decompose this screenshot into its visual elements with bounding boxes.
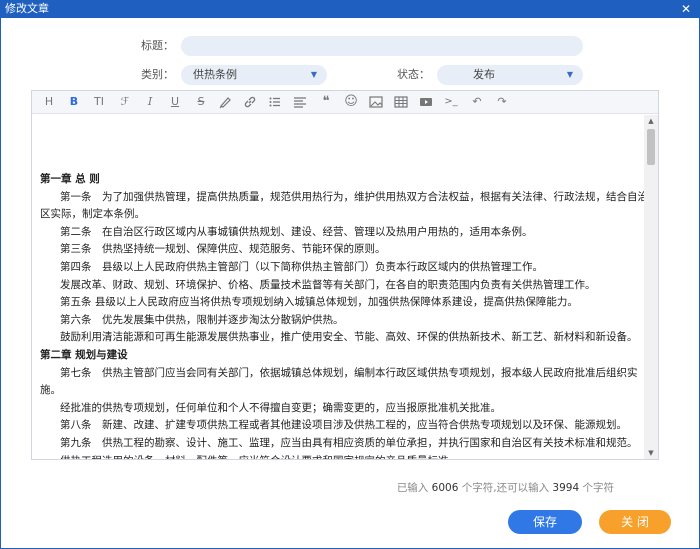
chevron-down-icon: ▼: [566, 70, 573, 79]
category-select[interactable]: 供热条例 ▼: [181, 65, 327, 85]
content-line: 鼓励利用清洁能源和可再生能源发展供热事业，推广使用安全、节能、高效、环保的供热新…: [60, 331, 638, 344]
content-line: 第六条 优先发展集中供热，限制并逐步淘汰分散锅炉供热。: [60, 313, 344, 326]
editor-content[interactable]: 第一章 总 则第一条 为了加强供热管理，提高供热质量，规范供用热行为，维护供用热…: [32, 115, 644, 459]
content-line: 区实际，制定本条例。: [40, 208, 145, 221]
strikethrough-icon[interactable]: S: [194, 95, 208, 109]
content-line: 第九条 供热工程的勘察、设计、施工、监理，应当由具有相应资质的单位承担，并执行国…: [60, 437, 638, 449]
category-select-value: 供热条例: [193, 68, 237, 81]
content-line: 经批准的供热专项规划，任何单位和个人不得擅自变更；确需变更的，应当报原批准机关批…: [60, 401, 501, 414]
code-icon[interactable]: >_: [444, 95, 458, 109]
save-button[interactable]: 保存: [508, 510, 582, 534]
brush-icon[interactable]: [218, 95, 232, 109]
counter-typed: 6006: [431, 482, 459, 494]
content-line: 第四条 县级以上人民政府供热主管部门（以下简称供热主管部门）负责本行政区域内的供…: [60, 261, 543, 273]
title-label: 标题：: [141, 39, 174, 52]
underline-icon[interactable]: U: [168, 95, 182, 109]
content-heading: 第一章 总 则: [40, 173, 100, 185]
emoji-icon[interactable]: ☺: [344, 95, 358, 109]
content-line: 施。: [40, 384, 61, 397]
list-icon[interactable]: [268, 95, 282, 109]
dialog-title: 修改文章: [5, 2, 49, 15]
counter-remaining: 3994: [552, 482, 580, 494]
align-icon[interactable]: [293, 95, 307, 109]
redo-icon[interactable]: ↷: [495, 95, 509, 109]
undo-icon[interactable]: ↶: [470, 95, 484, 109]
character-counter: 已输入 6006 个字符,还可以输入 3994 个字符: [397, 480, 614, 495]
counter-middle: 个字符,还可以输入: [461, 482, 550, 494]
rich-text-editor: H B TI ℱ I U S ❝ ☺ >_ ↶ ↷ 第一章 总 则 第一条 为了…: [31, 90, 659, 460]
counter-prefix: 已输入: [396, 482, 429, 494]
content-line: 发展改革、财政、规划、环境保护、价格、质量技术监督等有关部门，在各自的职责范围内…: [60, 278, 596, 291]
editor-scrollbar[interactable]: ▲ ▼: [644, 115, 658, 459]
category-label: 类别：: [141, 68, 174, 81]
heading-icon[interactable]: H: [42, 95, 56, 109]
content-line: 第七条 供热主管部门应当会同有关部门，依据城镇总体规划，编制本行政区域供热专项规…: [60, 366, 638, 379]
content-line: 第五条 县级以上人民政府应当将供热专项规划纳入城镇总体规划，加强供热保障体系建设…: [60, 296, 578, 309]
content-line: 第一条 为了加强供热管理，提高供热质量，规范供用热行为，维护供用热双方合法权益，…: [60, 190, 644, 203]
content-line: 第八条 新建、改建、扩建专项供热工程或者其他建设项目涉及供热工程的，应当符合供热…: [60, 419, 627, 432]
link-icon[interactable]: [243, 95, 257, 109]
chevron-down-icon: ▼: [310, 70, 317, 79]
editor-toolbar: H B TI ℱ I U S ❝ ☺ >_ ↶ ↷: [32, 91, 658, 114]
status-label: 状态：: [397, 68, 430, 81]
dialog-titlebar: 修改文章 ✕: [0, 0, 700, 18]
close-icon[interactable]: ✕: [678, 0, 694, 18]
bold-icon[interactable]: B: [67, 95, 81, 109]
quote-icon[interactable]: ❝: [319, 95, 333, 109]
font-icon[interactable]: ℱ: [118, 95, 132, 109]
scroll-down-icon[interactable]: ▼: [644, 447, 658, 459]
scroll-up-icon[interactable]: ▲: [644, 115, 658, 127]
counter-suffix: 个字符: [582, 482, 615, 494]
table-icon[interactable]: [394, 95, 408, 109]
image-icon[interactable]: [369, 95, 383, 109]
title-input[interactable]: [181, 36, 583, 56]
content-line: 第二条 在自治区行政区域内从事城镇供热规划、建设、经营、管理以及热用户用热的，适…: [60, 225, 533, 238]
status-select[interactable]: 发布 ▼: [437, 65, 583, 85]
scrollbar-thumb[interactable]: [647, 129, 655, 165]
italic-icon[interactable]: I: [143, 95, 157, 109]
content-line: 供热工程选用的设备、材料、配件等，应当符合设计要求和国家规定的产品质量标准。: [60, 453, 459, 459]
video-icon[interactable]: [419, 95, 433, 109]
close-button[interactable]: 关 闭: [599, 510, 671, 534]
content-line: 第三条 供热坚持统一规划、保障供应、规范服务、节能环保的原则。: [60, 243, 386, 256]
status-select-value: 发布: [473, 68, 495, 81]
text-size-icon[interactable]: TI: [92, 95, 106, 109]
content-heading: 第二章 规划与建设: [40, 349, 128, 361]
